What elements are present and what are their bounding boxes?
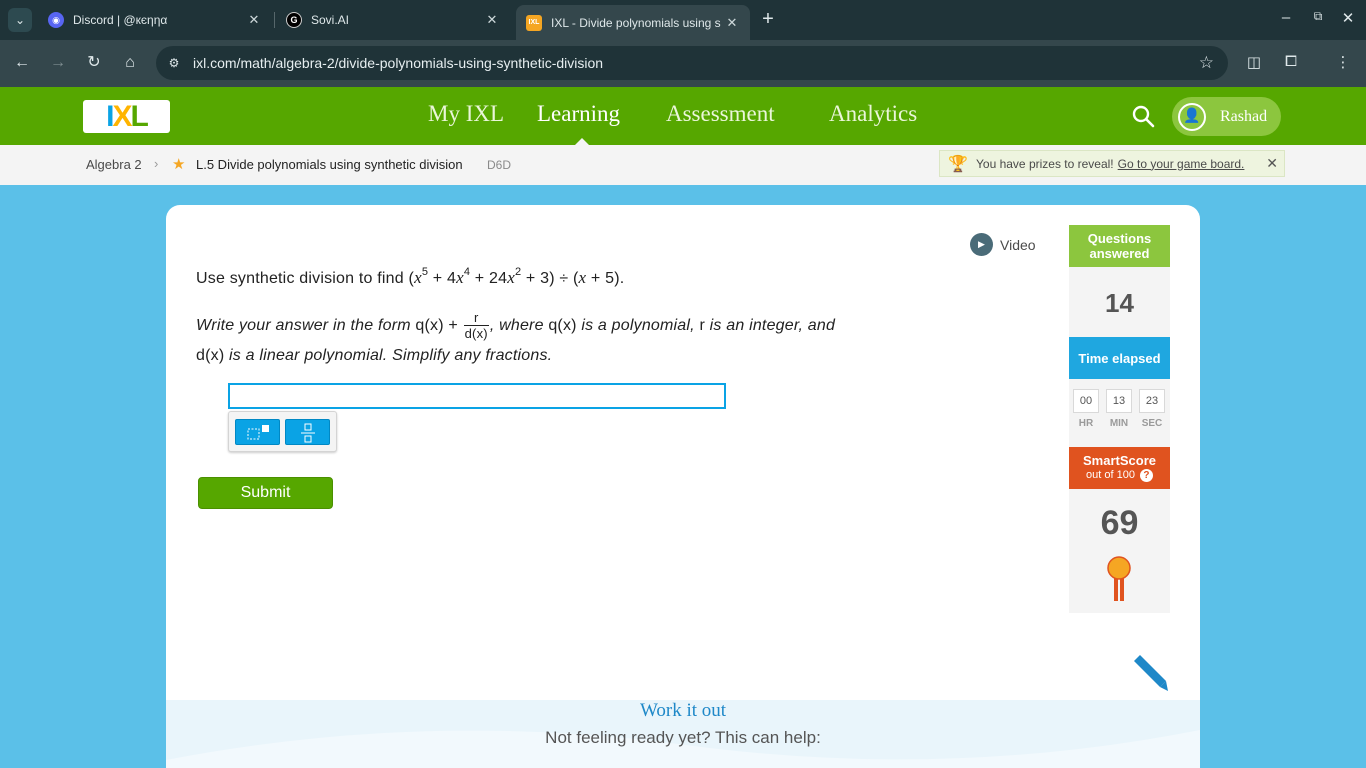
user-menu-button[interactable]: 👤 Rashad bbox=[1172, 97, 1281, 136]
discord-icon: ◉ bbox=[48, 12, 64, 28]
sec-label: SEC bbox=[1141, 418, 1163, 429]
tab-title: Discord | @кєηηα bbox=[73, 13, 168, 27]
close-icon[interactable]: ✕ bbox=[246, 12, 262, 28]
tab-ixl[interactable]: IXL IXL - Divide polynomials using s ✕ bbox=[516, 5, 750, 40]
fraction: r d(x) bbox=[463, 310, 489, 341]
logo-letter-x: X bbox=[112, 99, 133, 133]
nav-my-ixl[interactable]: My IXL bbox=[428, 101, 504, 127]
sovi-icon: G bbox=[286, 12, 302, 28]
exponent-icon bbox=[247, 425, 269, 440]
tab-separator bbox=[274, 12, 275, 28]
ribbon-medal-icon bbox=[1107, 556, 1131, 601]
browser-toolbar: ← → ↻ ⌂ ⚙ ixl.com/math/algebra-2/divide-… bbox=[0, 40, 1366, 87]
time-minutes: 13 bbox=[1106, 389, 1132, 413]
menu-kebab-icon[interactable]: ⋮ bbox=[1333, 53, 1353, 71]
star-icon: ★ bbox=[172, 156, 186, 173]
forward-arrow-icon[interactable]: → bbox=[48, 53, 68, 73]
questions-answered-count: 14 bbox=[1105, 288, 1134, 318]
questions-answered-panel: 14 bbox=[1069, 267, 1170, 337]
work-it-out-title: Work it out bbox=[639, 700, 727, 721]
extensions-icon[interactable]: ⧠ bbox=[1281, 53, 1301, 70]
tab-search-chevron-icon[interactable]: ⌄ bbox=[8, 8, 32, 32]
instruction-line-1: Write your answer in the form q(x) + r d(… bbox=[196, 310, 836, 342]
time-elapsed-header: Time elapsed bbox=[1069, 337, 1170, 379]
breadcrumb-skill: L.5 Divide polynomials using synthetic d… bbox=[196, 157, 463, 172]
smartscore-sub: out of 100? bbox=[1069, 468, 1170, 483]
reading-mode-icon[interactable]: ◫ bbox=[1244, 53, 1264, 71]
url-text[interactable]: ixl.com/math/algebra-2/divide-polynomial… bbox=[193, 55, 603, 71]
restore-icon[interactable]: ⧉ bbox=[1308, 9, 1328, 24]
prize-banner: 🏆 You have prizes to reveal! Go to your … bbox=[939, 150, 1285, 177]
active-nav-caret bbox=[575, 138, 589, 145]
ixl-icon: IXL bbox=[526, 14, 542, 31]
questions-answered-header: Questions answered bbox=[1069, 225, 1170, 267]
smartscore-header: SmartScore out of 100? bbox=[1069, 447, 1170, 489]
smartscore-label: SmartScore bbox=[1083, 453, 1156, 468]
smartscore-value: 69 bbox=[1100, 504, 1139, 542]
nav-assessment[interactable]: Assessment bbox=[666, 101, 775, 127]
close-icon[interactable]: ✕ bbox=[724, 15, 740, 31]
practice-card: ▶ Video Use synthetic division to find (… bbox=[166, 205, 1200, 768]
video-button[interactable]: ▶ Video bbox=[970, 233, 1036, 256]
help-icon[interactable]: ? bbox=[1139, 469, 1153, 482]
avatar-icon: 👤 bbox=[1178, 102, 1206, 131]
game-board-link[interactable]: Go to your game board. bbox=[1118, 157, 1245, 171]
math-keypad bbox=[228, 411, 337, 452]
breadcrumb-subject[interactable]: Algebra 2 bbox=[86, 157, 142, 172]
fraction-button[interactable] bbox=[285, 419, 330, 445]
reload-icon[interactable]: ↻ bbox=[84, 53, 104, 73]
instruction-line-2: d(x) is a linear polynomial. Simplify an… bbox=[196, 347, 553, 364]
question-text: Use synthetic division to find (x5 + 4x4… bbox=[196, 265, 625, 287]
smartscore-panel: 69 bbox=[1069, 489, 1170, 613]
bookmark-star-icon[interactable]: ☆ bbox=[1199, 53, 1214, 73]
close-icon[interactable]: ✕ bbox=[1266, 155, 1278, 172]
prize-text: You have prizes to reveal! bbox=[976, 156, 1114, 171]
tab-sovi[interactable]: G Sovi.AI ✕ bbox=[276, 0, 510, 40]
work-it-out-subtitle: Not feeling ready yet? This can help: bbox=[545, 728, 821, 747]
close-icon[interactable]: ✕ bbox=[484, 12, 500, 28]
time-seconds: 23 bbox=[1139, 389, 1165, 413]
trophy-icon: 🏆 bbox=[948, 155, 968, 173]
hr-label: HR bbox=[1078, 418, 1094, 429]
time-elapsed-panel: 00 13 23 HR MIN SEC bbox=[1069, 379, 1170, 447]
logo-letter-l: L bbox=[130, 99, 149, 133]
user-name: Rashad bbox=[1220, 107, 1268, 125]
minimize-icon[interactable]: – bbox=[1276, 9, 1296, 26]
superscript-button[interactable] bbox=[235, 419, 280, 445]
ixl-logo[interactable]: I X L bbox=[83, 100, 170, 133]
breadcrumb: Algebra 2 › ★ L.5 Divide polynomials usi… bbox=[0, 145, 1366, 185]
nav-analytics[interactable]: Analytics bbox=[829, 101, 917, 127]
home-icon[interactable]: ⌂ bbox=[120, 53, 140, 73]
submit-button[interactable]: Submit bbox=[198, 477, 333, 509]
time-hours: 00 bbox=[1073, 389, 1099, 413]
chevron-right-icon: › bbox=[154, 156, 159, 171]
new-tab-plus-icon[interactable]: + bbox=[758, 9, 778, 29]
search-icon[interactable] bbox=[1131, 104, 1155, 128]
tab-title: Sovi.AI bbox=[311, 13, 350, 27]
address-bar[interactable]: ⚙ ixl.com/math/algebra-2/divide-polynomi… bbox=[156, 46, 1228, 80]
nav-learning[interactable]: Learning bbox=[537, 101, 620, 127]
browser-tab-bar: ⌄ ◉ Discord | @кєηηα ✕ G Sovi.AI ✕ IXL I… bbox=[0, 0, 1366, 40]
play-icon: ▶ bbox=[970, 233, 993, 256]
pencil-icon[interactable] bbox=[1130, 653, 1170, 693]
min-label: MIN bbox=[1109, 418, 1129, 429]
ixl-header: I X L My IXL Learning Assessment Analyti… bbox=[0, 87, 1366, 145]
site-info-icon[interactable]: ⚙ bbox=[166, 55, 182, 71]
answer-input[interactable] bbox=[228, 383, 726, 409]
window-close-icon[interactable]: ✕ bbox=[1338, 9, 1358, 27]
fraction-icon bbox=[301, 423, 315, 443]
skill-code: D6D bbox=[487, 158, 512, 172]
back-arrow-icon[interactable]: ← bbox=[12, 53, 32, 73]
video-label: Video bbox=[1000, 236, 1036, 253]
tab-discord[interactable]: ◉ Discord | @кєηηα ✕ bbox=[38, 0, 272, 40]
tab-title: IXL - Divide polynomials using s bbox=[551, 15, 721, 30]
